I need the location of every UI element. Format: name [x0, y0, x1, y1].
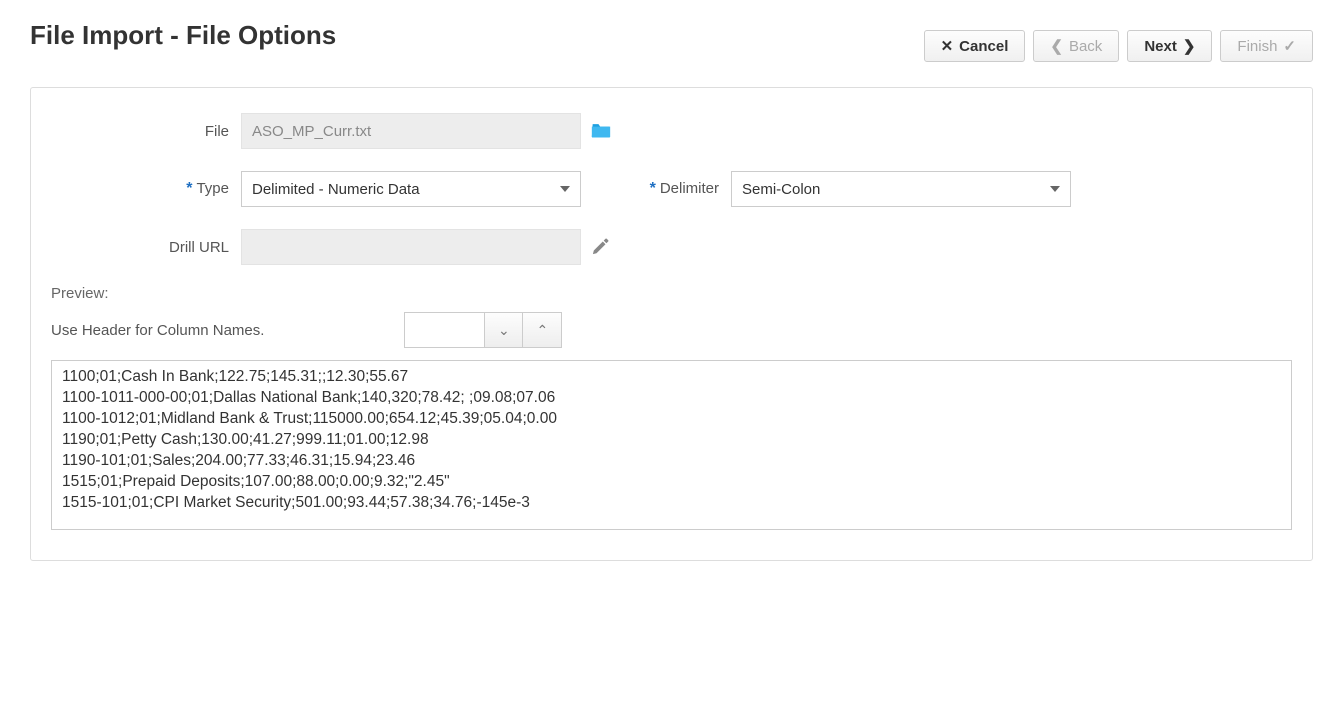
finish-label: Finish	[1237, 38, 1277, 55]
cancel-label: Cancel	[959, 38, 1008, 55]
back-label: Back	[1069, 38, 1102, 55]
header-row-input[interactable]	[405, 313, 485, 347]
chevron-down-icon	[1050, 186, 1060, 192]
preview-line: 1190-101;01;Sales;204.00;77.33;46.31;15.…	[62, 451, 1281, 472]
chevron-down-icon: ⌄	[498, 322, 510, 339]
wizard-button-bar: ✕ Cancel ❮ Back Next ❯ Finish ✓	[924, 30, 1313, 62]
type-value: Delimited - Numeric Data	[252, 181, 420, 198]
preview-line: 1515-101;01;CPI Market Security;501.00;9…	[62, 493, 1281, 514]
file-label: File	[51, 123, 241, 140]
chevron-down-icon	[560, 186, 570, 192]
delimiter-value: Semi-Colon	[742, 181, 820, 198]
type-select[interactable]: Delimited - Numeric Data	[241, 171, 581, 207]
chevron-up-icon: ⌃	[537, 322, 549, 339]
chevron-right-icon: ❯	[1183, 37, 1196, 55]
preview-section: Preview: Use Header for Column Names. ⌄ …	[51, 285, 1292, 530]
close-icon: ✕	[941, 37, 954, 55]
file-value: ASO_MP_Curr.txt	[252, 123, 371, 140]
type-label: *Type	[51, 180, 241, 198]
preview-line: 1515;01;Prepaid Deposits;107.00;88.00;0.…	[62, 472, 1281, 493]
content-panel: File ASO_MP_Curr.txt *Type Delimited - N…	[30, 87, 1313, 561]
drill-url-label: Drill URL	[51, 239, 241, 256]
use-header-label: Use Header for Column Names.	[51, 322, 264, 339]
required-asterisk: *	[650, 180, 656, 197]
pencil-icon	[592, 237, 610, 255]
back-button[interactable]: ❮ Back	[1033, 30, 1119, 62]
chevron-left-icon: ❮	[1050, 37, 1063, 55]
preview-line: 1100-1012;01;Midland Bank & Trust;115000…	[62, 409, 1281, 430]
spinner-up-button[interactable]: ⌃	[523, 313, 561, 347]
delimiter-label: *Delimiter	[621, 180, 731, 198]
cancel-button[interactable]: ✕ Cancel	[924, 30, 1026, 62]
drill-url-field	[241, 229, 581, 265]
edit-drill-url-button[interactable]	[581, 237, 621, 258]
next-label: Next	[1144, 38, 1177, 55]
page-title: File Import - File Options	[30, 20, 336, 51]
check-icon: ✓	[1283, 37, 1296, 55]
form-grid: File ASO_MP_Curr.txt *Type Delimited - N…	[51, 113, 1292, 265]
required-asterisk: *	[186, 180, 192, 197]
spinner-down-button[interactable]: ⌄	[485, 313, 523, 347]
finish-button[interactable]: Finish ✓	[1220, 30, 1313, 62]
next-button[interactable]: Next ❯	[1127, 30, 1212, 62]
browse-file-button[interactable]	[581, 121, 621, 142]
preview-textarea[interactable]: 1100;01;Cash In Bank;122.75;145.31;;12.3…	[51, 360, 1292, 530]
delimiter-select[interactable]: Semi-Colon	[731, 171, 1071, 207]
preview-line: 1100-1011-000-00;01;Dallas National Bank…	[62, 388, 1281, 409]
header-row-spinner: ⌄ ⌃	[404, 312, 562, 348]
folder-icon	[591, 121, 611, 139]
preview-label: Preview:	[51, 285, 1292, 302]
preview-line: 1100;01;Cash In Bank;122.75;145.31;;12.3…	[62, 367, 1281, 388]
preview-line: 1190;01;Petty Cash;130.00;41.27;999.11;0…	[62, 430, 1281, 451]
file-field: ASO_MP_Curr.txt	[241, 113, 581, 149]
